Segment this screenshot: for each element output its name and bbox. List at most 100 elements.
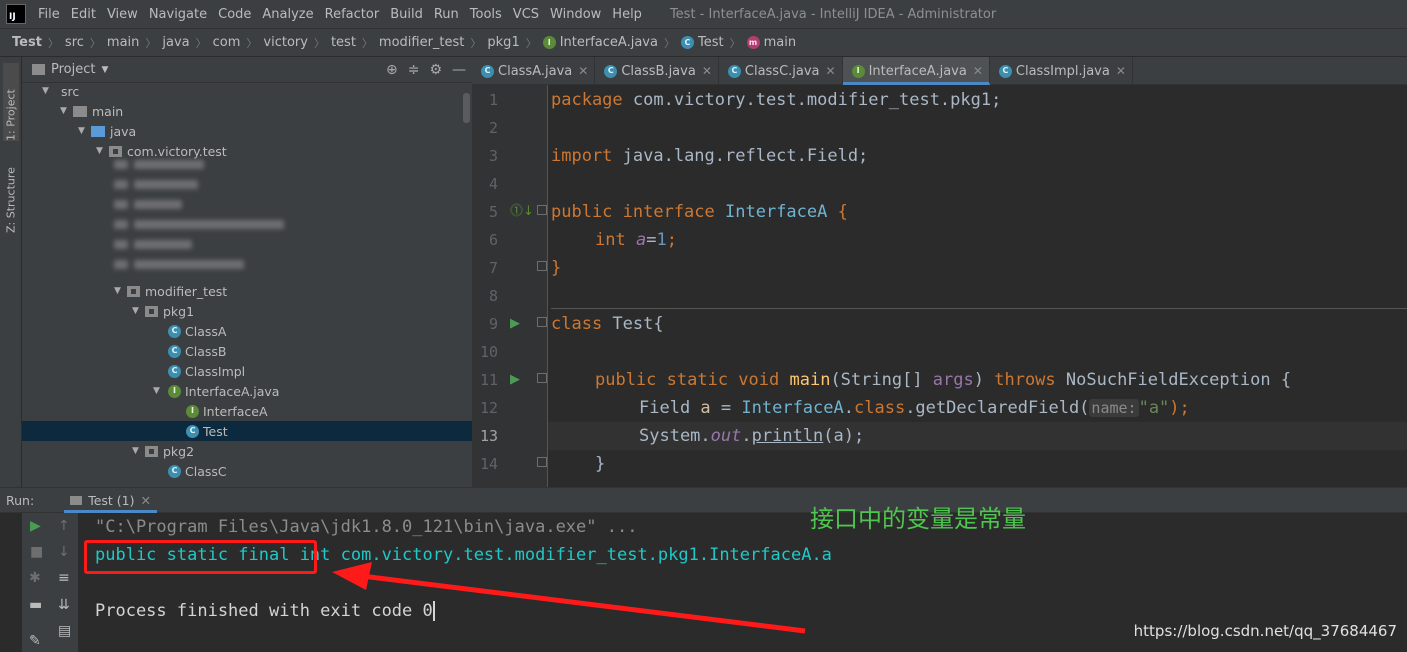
menu-build[interactable]: Build	[385, 7, 429, 22]
menu-code[interactable]: Code	[213, 7, 257, 22]
chevron-down-icon[interactable]: ▼	[153, 386, 168, 396]
run-icon[interactable]: ▶	[510, 310, 520, 338]
class-icon: C	[481, 64, 494, 78]
tab-classb[interactable]: C ClassB.java ✕	[595, 57, 719, 85]
arrow-up-icon[interactable]: ↑	[58, 518, 70, 534]
highlight-box	[84, 540, 317, 574]
tree-item[interactable]: C ClassA	[22, 321, 472, 341]
interface-icon: I	[542, 36, 556, 49]
rerun-icon[interactable]: ▶	[30, 518, 41, 534]
fold-icon[interactable]	[537, 254, 547, 282]
breadcrumb-java[interactable]: java	[162, 35, 189, 50]
gear-icon[interactable]: ⚙	[429, 62, 442, 78]
tree-item[interactable]: ▼ main	[22, 101, 472, 121]
menu-edit[interactable]: Edit	[66, 7, 102, 22]
tree-item-selected[interactable]: C Test	[22, 421, 472, 441]
project-scrollbar[interactable]	[463, 93, 470, 123]
breadcrumb-test[interactable]: test	[331, 35, 356, 50]
breadcrumb-main-method[interactable]: m main	[746, 35, 796, 50]
fold-icon[interactable]	[537, 450, 547, 478]
close-icon[interactable]: ✕	[140, 493, 150, 508]
run-tab[interactable]: Test (1) ✕	[64, 487, 157, 513]
breadcrumb-interfacea-java[interactable]: I InterfaceA.java	[542, 35, 658, 50]
menu-vcs[interactable]: VCS	[508, 7, 545, 22]
menu-navigate[interactable]: Navigate	[144, 7, 213, 22]
chevron-down-icon[interactable]: ▼	[132, 306, 145, 316]
chevron-down-icon[interactable]: ▼	[132, 446, 145, 456]
menu-refactor[interactable]: Refactor	[320, 7, 386, 22]
implemented-icon[interactable]: ⓵↓	[510, 198, 534, 226]
breadcrumb-modifier-test[interactable]: modifier_test	[379, 35, 464, 50]
tree-item[interactable]: C ClassB	[22, 341, 472, 361]
tree-item[interactable]: C ClassImpl	[22, 361, 472, 381]
line-number: 12	[479, 399, 498, 417]
menu-run[interactable]: Run	[429, 7, 465, 22]
breadcrumb-pkg1[interactable]: pkg1	[487, 35, 519, 50]
menu-file[interactable]: File	[33, 7, 66, 22]
tree-item-label: modifier_test	[145, 283, 228, 299]
chevron-right-icon: 〉	[361, 36, 373, 50]
close-icon[interactable]: ✕	[826, 64, 836, 78]
chevron-down-icon[interactable]: ▼	[114, 286, 127, 296]
close-icon[interactable]: ✕	[578, 64, 588, 78]
print-icon[interactable]: ▤	[58, 623, 71, 639]
line-number: 5	[488, 203, 498, 221]
locate-icon[interactable]: ⊕	[386, 62, 398, 78]
scroll-to-end-icon[interactable]: ⇊	[58, 597, 70, 613]
fold-icon[interactable]	[537, 366, 547, 394]
code-area[interactable]: package com.victory.test.modifier_test.p…	[551, 85, 1407, 487]
arrow-down-icon[interactable]: ↓	[58, 544, 70, 560]
breadcrumb-com[interactable]: com	[213, 35, 241, 50]
stop-icon[interactable]: ■	[30, 544, 43, 560]
breadcrumb-src[interactable]: src	[65, 35, 84, 50]
close-icon[interactable]: ✕	[973, 64, 983, 78]
chevron-down-icon[interactable]: ▼	[60, 106, 73, 116]
chevron-right-icon: 〉	[663, 36, 675, 50]
layout-icon[interactable]: ▬	[29, 597, 42, 613]
tree-item[interactable]: ▼ I InterfaceA.java	[22, 381, 472, 401]
tab-structure[interactable]: Z: Structure	[3, 151, 19, 233]
run-icon[interactable]: ▶	[510, 366, 520, 394]
menu-window[interactable]: Window	[545, 7, 607, 22]
chevron-down-icon[interactable]: ▼	[42, 86, 55, 96]
tree-item[interactable]: ▼ src	[22, 83, 472, 101]
tree-item-label: src	[61, 83, 80, 99]
fold-icon[interactable]	[537, 198, 547, 226]
pin-icon[interactable]: ✎	[29, 633, 41, 649]
collapse-all-icon[interactable]: ≑	[408, 62, 420, 78]
line-number: 6	[488, 231, 498, 249]
line-number: 10	[479, 343, 498, 361]
code-line-6: int a=1;	[595, 230, 677, 250]
breadcrumb-project[interactable]: Test	[12, 35, 42, 50]
code-editor[interactable]: 1 2 3 4 5 6 7 8 9 10 11 12 13 14 ⓵↓ ▶ ▶ …	[472, 85, 1407, 487]
close-icon[interactable]: ✕	[1116, 64, 1126, 78]
chevron-down-icon[interactable]: ▼	[101, 65, 108, 75]
breadcrumb-victory[interactable]: victory	[263, 35, 308, 50]
menu-tools[interactable]: Tools	[465, 7, 508, 22]
tab-interfacea[interactable]: I InterfaceA.java ✕	[842, 57, 990, 85]
fold-icon[interactable]	[537, 310, 547, 338]
tree-item[interactable]: ▼ modifier_test	[22, 281, 472, 301]
menu-help[interactable]: Help	[607, 7, 648, 22]
interface-icon: I	[186, 404, 199, 418]
tree-item[interactable]: C ClassC	[22, 461, 472, 481]
menu-view[interactable]: View	[102, 7, 144, 22]
tree-item[interactable]: ▼ pkg2	[22, 441, 472, 461]
breadcrumb-main[interactable]: main	[107, 35, 139, 50]
tab-project[interactable]: 1: Project	[3, 63, 19, 141]
tree-item[interactable]: ▼ java	[22, 121, 472, 141]
menu-analyze[interactable]: Analyze	[257, 7, 319, 22]
tree-item[interactable]: ▼ pkg1	[22, 301, 472, 321]
tree-item[interactable]: I InterfaceA	[22, 401, 472, 421]
tab-classc[interactable]: C ClassC.java ✕	[719, 57, 843, 85]
debug-icon[interactable]: ✱	[29, 570, 41, 586]
minimize-icon[interactable]: —	[452, 62, 466, 78]
breadcrumb-test-class[interactable]: C Test	[680, 35, 724, 50]
project-panel-title[interactable]: Project	[51, 62, 95, 77]
soft-wrap-icon[interactable]: ≡	[58, 570, 70, 586]
tab-classimpl[interactable]: C ClassImpl.java ✕	[990, 57, 1133, 85]
tab-classa[interactable]: C ClassA.java ✕	[472, 57, 596, 85]
chevron-down-icon[interactable]: ▼	[78, 126, 91, 136]
close-icon[interactable]: ✕	[702, 64, 712, 78]
code-line-5: public interface InterfaceA {	[551, 202, 848, 222]
